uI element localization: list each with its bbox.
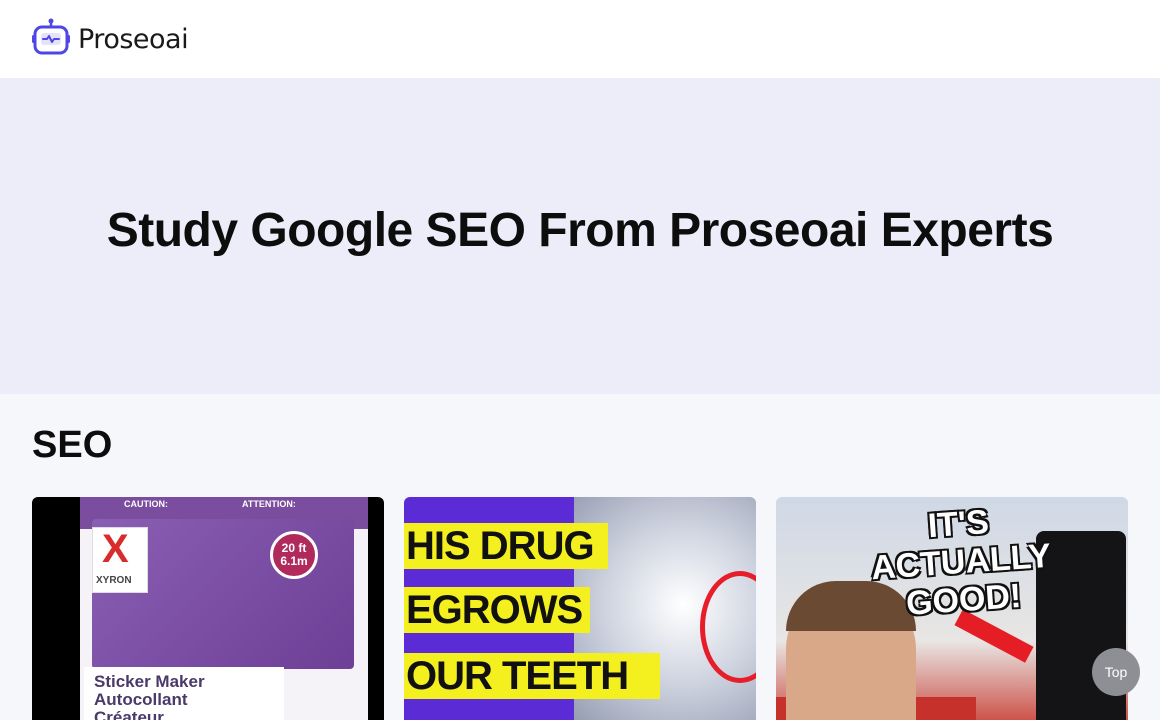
logo-text: Proseoai [78,23,189,55]
thumbnail-caution-text: CAUTION: [124,499,168,509]
thumbnail-text-line: Autocollant [94,690,188,709]
back-to-top-button[interactable]: Top [1092,648,1140,696]
length-badge: 20 ft 6.1m [270,531,318,579]
badge-line: 6.1m [280,554,308,568]
thumbnail-text-line: EGROWS [404,587,590,633]
thumbnail-caption: IT'S ACTUALLY GOOD! [852,498,1069,626]
thumbnail-text-line: Sticker Maker [94,672,205,691]
thumbnail-text-line: Créateur [94,708,164,720]
x-logo-mark: X [102,527,129,571]
article-card[interactable]: HIS DRUG EGROWS OUR TEETH [404,497,756,720]
thumbnail-text-line: OUR TEETH [404,653,660,699]
thumbnail-text-line: HIS DRUG [404,523,608,569]
article-card[interactable]: IT'S ACTUALLY GOOD! [776,497,1128,720]
logo-link[interactable]: Proseoai [32,18,189,61]
article-card-list: CAUTION: ATTENTION: X XYRON 20 ft 6.1m S… [32,497,1128,720]
robot-icon [32,18,70,61]
hero-banner: Study Google SEO From Proseoai Experts [0,78,1160,394]
section-title: SEO [32,424,113,466]
site-header: Proseoai [0,0,1160,78]
hero-title: Study Google SEO From Proseoai Experts [106,203,1054,257]
article-card[interactable]: CAUTION: ATTENTION: X XYRON 20 ft 6.1m S… [32,497,384,720]
brand-name: XYRON [96,575,132,586]
thumbnail-attention-text: ATTENTION: [242,499,296,509]
seo-section: SEO CAUTION: ATTENTION: X XYRON 20 ft 6.… [0,394,1160,720]
thumbnail-label: Sticker Maker Autocollant Créateur [84,667,284,720]
